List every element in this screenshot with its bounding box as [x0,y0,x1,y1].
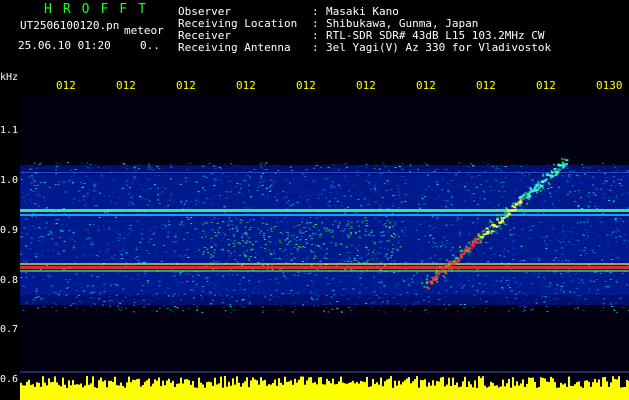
spectrogram-display [20,95,629,400]
y-tick-label: 1.1 [0,125,19,136]
x-tick-label: 012 [296,79,316,92]
meteor-tag: meteor [124,24,164,37]
info-label-antenna: Receiving Antenna [178,41,291,54]
x-tick-label: 012 [176,79,196,92]
x-tick-label: 012 [476,79,496,92]
y-tick-label: 0.7 [0,324,19,335]
y-tick-label: 0.6 [0,374,19,385]
x-tick-label: 012 [416,79,436,92]
count-label: 0.. [140,39,160,52]
y-axis-unit: kHz [0,72,19,83]
x-tick-label: 012 [116,79,136,92]
x-tick-label: 012 [356,79,376,92]
filename-label: UT2506100120.pn [20,19,120,32]
datetime-label: 25.06.10 01:20 [18,39,111,52]
x-tick-label: 0130 [596,79,623,92]
info-colon: : [312,41,319,54]
y-tick-label: 0.9 [0,225,19,236]
x-tick-label: 012 [236,79,256,92]
x-tick-label: 012 [536,79,556,92]
y-tick-label: 0.8 [0,275,19,286]
y-tick-label: 1.0 [0,175,19,186]
x-tick-label: 012 [56,79,76,92]
info-value-antenna: 3el Yagi(V) Az 330 for Vladivostok [326,41,552,54]
app-title: HROFFT [44,2,157,17]
